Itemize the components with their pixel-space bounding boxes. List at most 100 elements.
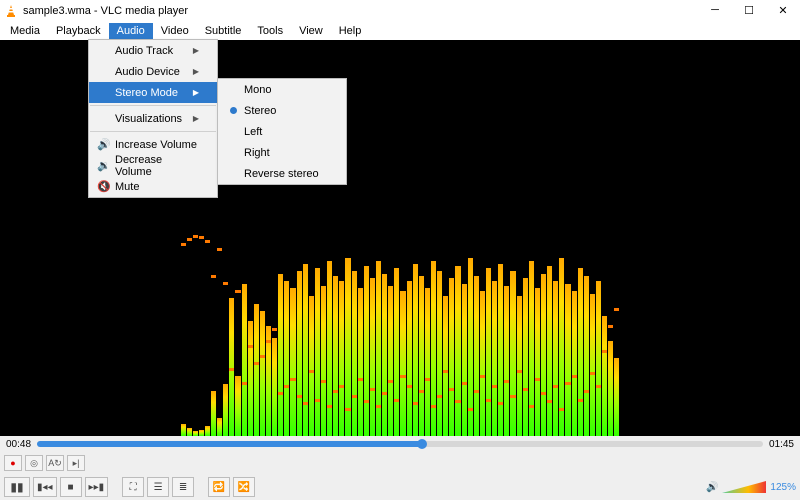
video-area: Audio Track▶ Audio Device▶ Stereo Mode▶ … [0, 40, 800, 436]
viz-bar [437, 246, 442, 436]
menu-audio[interactable]: Audio [109, 23, 153, 39]
vlc-icon [4, 4, 18, 18]
viz-bar [578, 246, 583, 436]
viz-bar [315, 246, 320, 436]
menu-view[interactable]: View [291, 23, 331, 39]
stereo-mode-submenu: Mono Stereo Left Right Reverse stereo [217, 78, 347, 185]
extended-settings-button[interactable]: ☰ [147, 477, 169, 497]
menu-stereo-mode[interactable]: Stereo Mode▶ [89, 82, 217, 103]
viz-bar [297, 246, 302, 436]
frame-step-button[interactable]: ▸| [67, 455, 85, 471]
volume-down-icon: 🔉 [95, 159, 113, 172]
speaker-icon: 🔊 [706, 482, 718, 493]
viz-bar [474, 246, 479, 436]
viz-bar [468, 246, 473, 436]
viz-bar [339, 246, 344, 436]
viz-bar [455, 246, 460, 436]
menu-audio-device[interactable]: Audio Device▶ [89, 61, 217, 82]
minimize-button[interactable]: ─ [698, 0, 732, 20]
menu-decrease-volume[interactable]: 🔉Decrease Volume [89, 155, 217, 176]
viz-bar [248, 246, 253, 436]
stereo-option-mono[interactable]: Mono [218, 79, 346, 100]
menu-subtitle[interactable]: Subtitle [197, 23, 250, 39]
next-button[interactable]: ▸▸▮ [85, 477, 109, 497]
viz-bar [443, 246, 448, 436]
seek-bar[interactable] [37, 441, 763, 447]
viz-bar [333, 246, 338, 436]
menu-visualizations[interactable]: Visualizations▶ [89, 108, 217, 129]
stereo-option-left[interactable]: Left [218, 121, 346, 142]
menu-media[interactable]: Media [2, 23, 48, 39]
progress-row: 00:48 01:45 [0, 436, 800, 452]
pause-button[interactable]: ▮▮ [4, 477, 30, 497]
time-current: 00:48 [6, 439, 31, 450]
viz-bar [394, 246, 399, 436]
playlist-button[interactable]: ≣ [172, 477, 194, 497]
viz-bar [193, 246, 198, 436]
volume-control[interactable]: 🔊 125% [706, 480, 796, 494]
time-total: 01:45 [769, 439, 794, 450]
viz-bar [413, 246, 418, 436]
fullscreen-button[interactable]: ⛶ [122, 477, 144, 497]
volume-slider[interactable] [722, 480, 766, 494]
viz-bar [486, 246, 491, 436]
menu-increase-volume[interactable]: 🔊Increase Volume [89, 134, 217, 155]
viz-bar [217, 246, 222, 436]
loop-a-button[interactable]: A↻ [46, 455, 64, 471]
viz-bar [449, 246, 454, 436]
menu-audio-track[interactable]: Audio Track▶ [89, 40, 217, 61]
viz-bar [254, 246, 259, 436]
stereo-option-right[interactable]: Right [218, 142, 346, 163]
visualizer [180, 246, 620, 436]
mute-icon: 🔇 [95, 180, 113, 193]
viz-bar [327, 246, 332, 436]
menu-playback[interactable]: Playback [48, 23, 109, 39]
previous-button[interactable]: ▮◂◂ [33, 477, 57, 497]
viz-bar [321, 246, 326, 436]
stereo-option-stereo[interactable]: Stereo [218, 100, 346, 121]
window-title: sample3.wma - VLC media player [23, 5, 796, 17]
record-toolbar: ● ◎ A↻ ▸| [0, 452, 800, 474]
record-button[interactable]: ● [4, 455, 22, 471]
stereo-option-reverse[interactable]: Reverse stereo [218, 163, 346, 184]
viz-bar [400, 246, 405, 436]
viz-bar [278, 246, 283, 436]
menu-video[interactable]: Video [153, 23, 197, 39]
close-button[interactable]: ✕ [766, 0, 800, 20]
viz-bar [272, 246, 277, 436]
viz-bar [504, 246, 509, 436]
menu-help[interactable]: Help [331, 23, 370, 39]
viz-bar [602, 246, 607, 436]
viz-bar [211, 246, 216, 436]
audio-menu: Audio Track▶ Audio Device▶ Stereo Mode▶ … [88, 39, 218, 198]
volume-percent: 125% [770, 482, 796, 493]
viz-bar [388, 246, 393, 436]
viz-bar [614, 246, 619, 436]
viz-bar [290, 246, 295, 436]
titlebar: sample3.wma - VLC media player ─ ☐ ✕ [0, 0, 800, 22]
loop-button[interactable]: 🔁 [208, 477, 230, 497]
viz-bar [187, 246, 192, 436]
snapshot-button[interactable]: ◎ [25, 455, 43, 471]
menu-tools[interactable]: Tools [249, 23, 291, 39]
viz-bar [553, 246, 558, 436]
stop-button[interactable]: ■ [60, 477, 82, 497]
viz-bar [480, 246, 485, 436]
playback-controls: ▮▮ ▮◂◂ ■ ▸▸▮ ⛶ ☰ ≣ 🔁 🔀 🔊 125% [0, 474, 800, 500]
viz-bar [352, 246, 357, 436]
viz-bar [590, 246, 595, 436]
viz-bar [462, 246, 467, 436]
viz-bar [541, 246, 546, 436]
viz-bar [407, 246, 412, 436]
shuffle-button[interactable]: 🔀 [233, 477, 255, 497]
viz-bar [492, 246, 497, 436]
viz-bar [517, 246, 522, 436]
maximize-button[interactable]: ☐ [732, 0, 766, 20]
menu-mute[interactable]: 🔇Mute [89, 176, 217, 197]
viz-bar [199, 246, 204, 436]
viz-bar [205, 246, 210, 436]
viz-bar [223, 246, 228, 436]
menubar: MediaPlaybackAudioVideoSubtitleToolsView… [0, 22, 800, 40]
viz-bar [425, 246, 430, 436]
viz-bar [266, 246, 271, 436]
